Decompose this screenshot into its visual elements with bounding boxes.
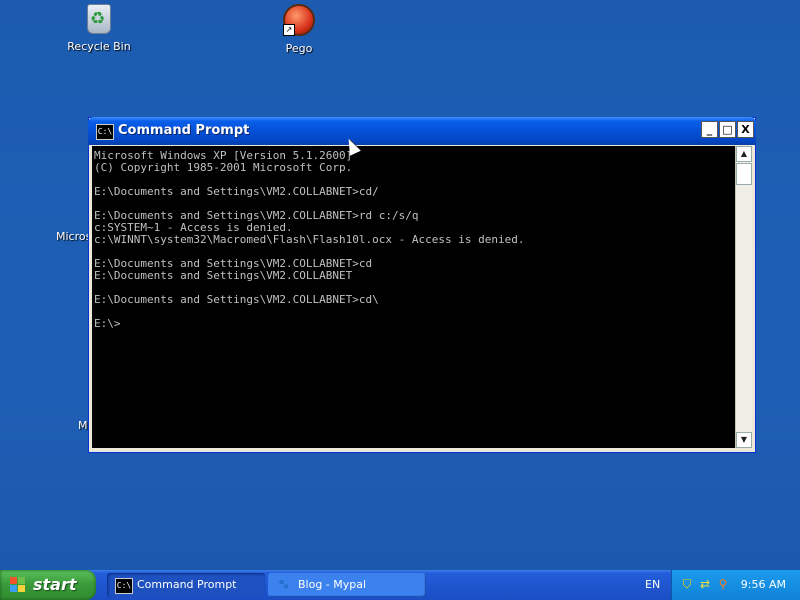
start-button[interactable]: start bbox=[0, 570, 96, 600]
cmd-icon: C:\ bbox=[96, 124, 114, 140]
desktop-icon-recycle-bin[interactable]: Recycle Bin bbox=[59, 4, 139, 53]
scroll-thumb[interactable] bbox=[736, 163, 752, 185]
mypal-browser-icon: 🐾 bbox=[278, 580, 290, 590]
taskbar-item-label: Command Prompt bbox=[137, 578, 237, 591]
console-line: (C) Copyright 1985-2001 Microsoft Corp. bbox=[94, 161, 353, 174]
language-indicator[interactable]: EN bbox=[645, 578, 660, 591]
shortcut-arrow-icon: ↗ bbox=[283, 24, 295, 36]
console-line: E:\Documents and Settings\VM2.COLLABNET>… bbox=[94, 293, 379, 306]
minimize-button[interactable]: _ bbox=[701, 121, 718, 138]
desktop-icon-label: Recycle Bin bbox=[67, 40, 131, 53]
taskbar: start C:\ Command Prompt 🐾 Blog - Mypal … bbox=[0, 570, 800, 600]
taskbar-item-command-prompt[interactable]: C:\ Command Prompt bbox=[107, 573, 265, 597]
desktop-icon-label: Pego bbox=[285, 42, 313, 55]
desktop-icon-partial-label[interactable]: Micros bbox=[56, 230, 91, 243]
console-line: c:\WINNT\system32\Macromed\Flash\Flash10… bbox=[94, 233, 525, 246]
magnifier-icon[interactable]: ⚲ bbox=[716, 577, 730, 591]
sync-icon[interactable]: ⇄ bbox=[698, 577, 712, 591]
console-line: E:\> bbox=[94, 317, 121, 330]
scroll-down-button[interactable]: ▼ bbox=[736, 432, 752, 448]
pego-app-icon: ↗ bbox=[283, 4, 315, 36]
vertical-scrollbar[interactable]: ▲ ▼ bbox=[735, 146, 752, 448]
start-label: start bbox=[33, 575, 77, 594]
cmd-icon: C:\ bbox=[115, 578, 133, 594]
window-title: Command Prompt bbox=[118, 123, 250, 138]
taskbar-item-blog-mypal[interactable]: 🐾 Blog - Mypal bbox=[268, 573, 426, 597]
recycle-bin-icon bbox=[87, 4, 111, 34]
security-shield-icon[interactable]: ⛉ bbox=[680, 577, 694, 591]
maximize-button[interactable]: □ bbox=[719, 121, 736, 138]
system-tray: ⛉ ⇄ ⚲ 9:56 AM bbox=[671, 570, 800, 600]
windows-logo-icon bbox=[10, 577, 26, 593]
console-output[interactable]: Microsoft Windows XP [Version 5.1.2600](… bbox=[92, 146, 735, 448]
close-button[interactable]: X bbox=[737, 121, 754, 138]
console-line: E:\Documents and Settings\VM2.COLLABNET bbox=[94, 269, 353, 282]
clock[interactable]: 9:56 AM bbox=[741, 578, 786, 591]
console-line: E:\Documents and Settings\VM2.COLLABNET>… bbox=[94, 185, 379, 198]
taskbar-item-label: Blog - Mypal bbox=[298, 578, 367, 591]
scroll-up-button[interactable]: ▲ bbox=[736, 146, 752, 162]
command-prompt-window[interactable]: C:\ Command Prompt _ □ X Microsoft Windo… bbox=[88, 117, 756, 453]
desktop-icon-pego[interactable]: ↗ Pego bbox=[259, 4, 339, 55]
window-titlebar[interactable]: C:\ Command Prompt _ □ X bbox=[88, 117, 756, 145]
